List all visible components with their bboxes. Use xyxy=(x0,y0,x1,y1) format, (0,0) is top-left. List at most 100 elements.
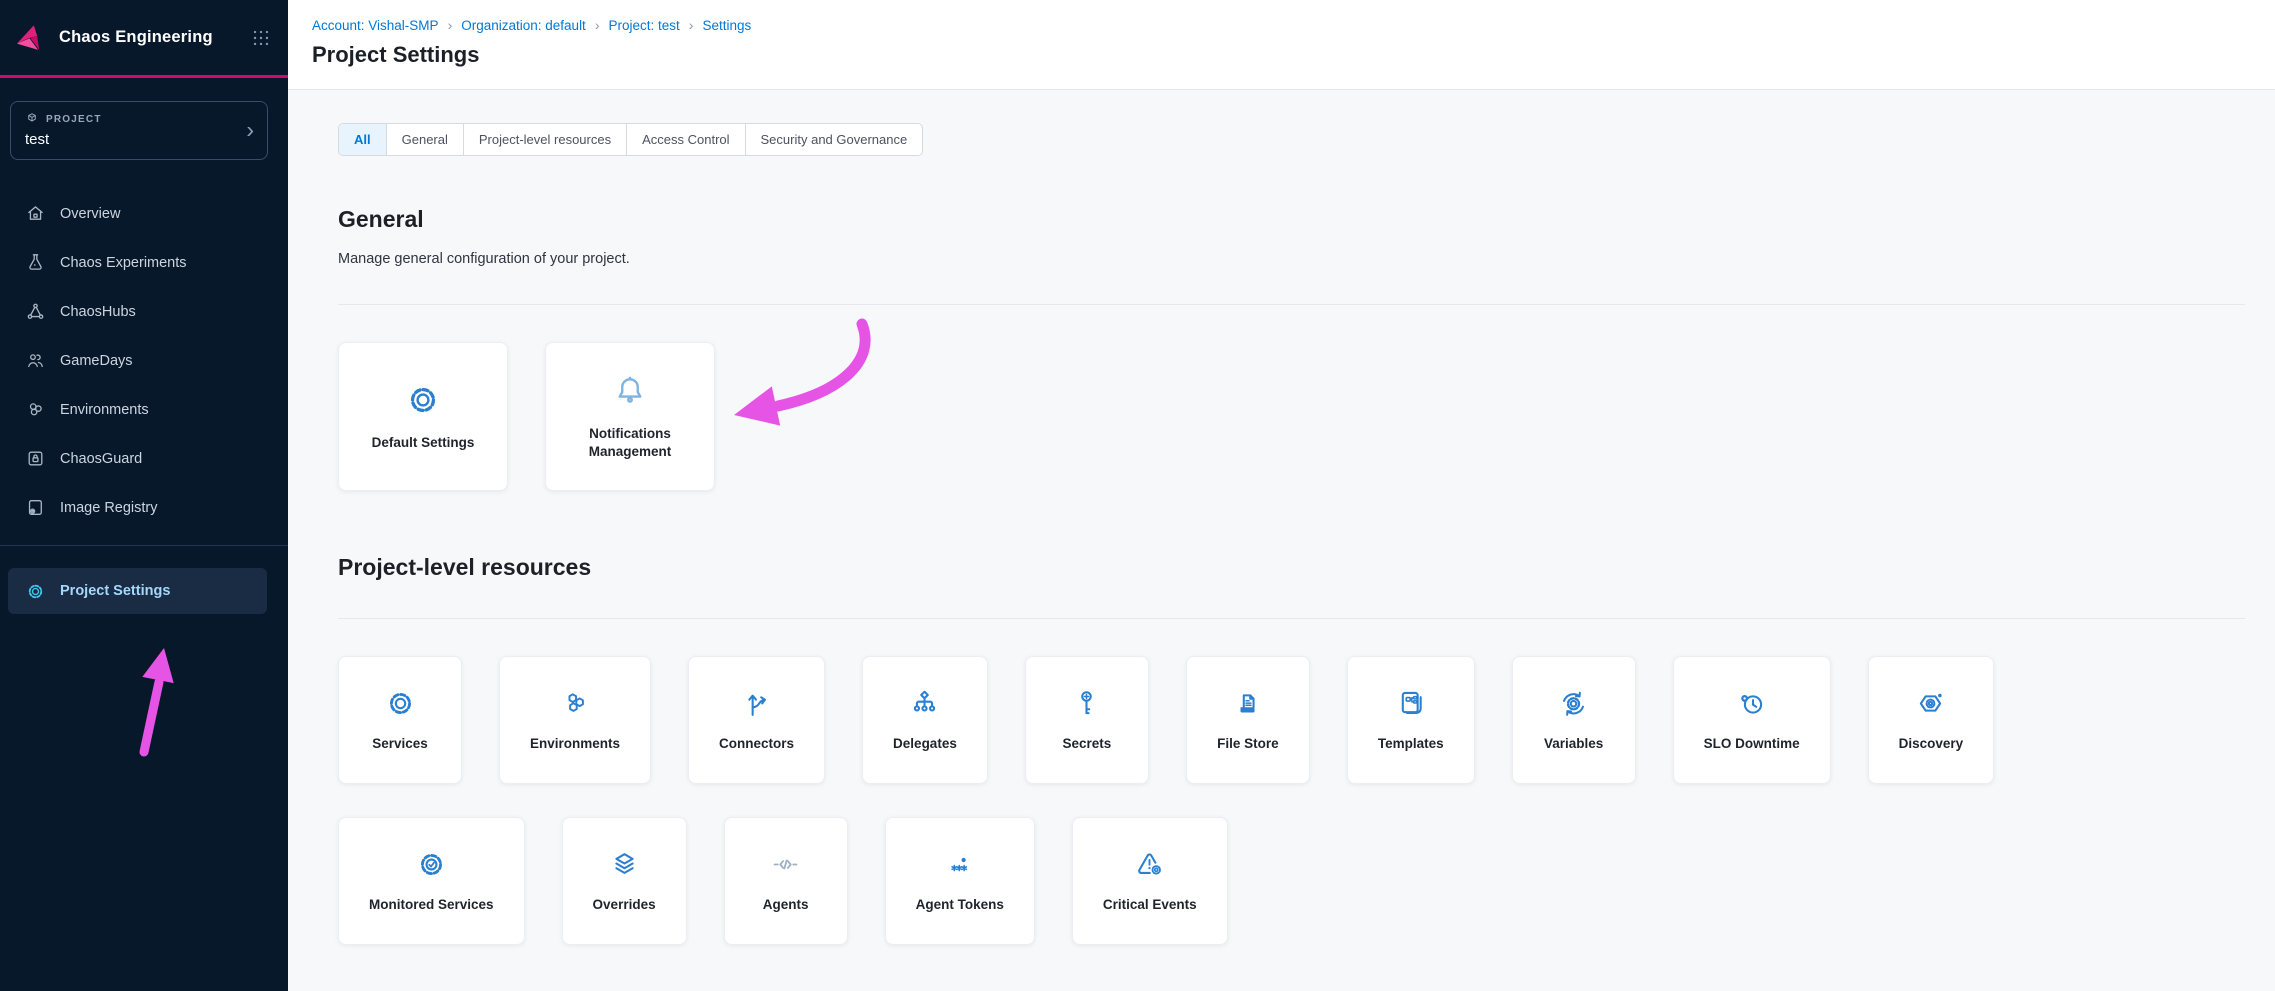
module-grid-icon[interactable] xyxy=(250,27,272,49)
gear-check-icon xyxy=(415,848,448,881)
hub-icon xyxy=(25,301,46,322)
breadcrumb-item-project-test[interactable]: Project: test xyxy=(609,18,680,33)
chaos-engineering-logo-icon xyxy=(13,20,49,56)
tab-access-control[interactable]: Access Control xyxy=(627,124,745,155)
page-title: Project Settings xyxy=(312,42,2275,68)
card-discovery[interactable]: Discovery xyxy=(1868,656,1995,784)
branch-icon xyxy=(740,687,773,720)
section-general: GeneralManage general configuration of y… xyxy=(338,206,2275,491)
file-tray-icon xyxy=(1231,687,1264,720)
token-dots-icon xyxy=(943,848,976,881)
section-divider xyxy=(338,304,2245,305)
card-connectors[interactable]: Connectors xyxy=(688,656,825,784)
sidebar-item-label: ChaosGuard xyxy=(60,451,142,467)
breadcrumb-item-settings[interactable]: Settings xyxy=(702,18,751,33)
card-label: Secrets xyxy=(1062,735,1111,753)
card-label: Overrides xyxy=(593,896,656,914)
card-file-store[interactable]: File Store xyxy=(1186,656,1310,784)
project-selector-label: PROJECT xyxy=(46,114,102,125)
sidebar-item-label: Image Registry xyxy=(60,500,158,516)
card-label: Templates xyxy=(1378,735,1444,753)
cube-icon xyxy=(25,112,39,126)
card-label: Agents xyxy=(763,896,809,914)
clock-badge-icon xyxy=(1735,687,1768,720)
card-label: Agent Tokens xyxy=(916,896,1004,914)
card-critical-events[interactable]: Critical Events xyxy=(1072,817,1228,945)
hierarchy-icon xyxy=(908,687,941,720)
section-project-level-resources: Project-level resources Services Environme… xyxy=(338,554,2275,945)
warning-gear-icon xyxy=(1133,848,1166,881)
card-label: Critical Events xyxy=(1103,896,1197,914)
card-label: SLO Downtime xyxy=(1704,735,1800,753)
sidebar-item-gamedays[interactable]: GameDays xyxy=(0,336,288,385)
tab-security-and-governance[interactable]: Security and Governance xyxy=(746,124,923,155)
sidebar-item-project-settings[interactable]: Project Settings xyxy=(8,568,267,614)
section-heading: Project-level resources xyxy=(338,554,2275,581)
sidebar-item-label: Project Settings xyxy=(60,583,170,599)
sidebar-settings-wrap: Project Settings xyxy=(0,568,288,614)
sidebar-nav: Overview Chaos Experiments ChaosHubs GameDa… xyxy=(0,189,288,532)
card-variables[interactable]: Variables xyxy=(1512,656,1636,784)
card-monitored-services[interactable]: Monitored Services xyxy=(338,817,525,945)
card-slo-downtime[interactable]: SLO Downtime xyxy=(1673,656,1831,784)
layers-icon xyxy=(608,848,641,881)
breadcrumb-item-account-vishal-smp[interactable]: Account: Vishal-SMP xyxy=(312,18,439,33)
card-label: Services xyxy=(372,735,428,753)
card-default-settings[interactable]: Default Settings xyxy=(338,342,508,491)
cards-row: Default Settings Notifications Management xyxy=(338,342,2275,491)
main-area: Account: Vishal-SMP › Organization: defaul… xyxy=(288,0,2275,991)
sidebar-item-chaoshubs[interactable]: ChaosHubs xyxy=(0,287,288,336)
circles-icon xyxy=(25,399,46,420)
card-secrets[interactable]: Secrets xyxy=(1025,656,1149,784)
sidebar-item-label: Chaos Experiments xyxy=(60,255,187,271)
card-overrides[interactable]: Overrides xyxy=(562,817,687,945)
sidebar: Chaos Engineering PROJECT test › Overvie… xyxy=(0,0,288,991)
sidebar-item-chaosguard[interactable]: ChaosGuard xyxy=(0,434,288,483)
sidebar-header: Chaos Engineering xyxy=(0,0,288,78)
sidebar-item-environments[interactable]: Environments xyxy=(0,385,288,434)
bell-icon xyxy=(611,372,649,410)
gear-icon xyxy=(384,687,417,720)
app-title: Chaos Engineering xyxy=(59,28,250,47)
chevron-right-icon: › xyxy=(246,118,254,141)
templates-icon xyxy=(1394,687,1427,720)
breadcrumb-separator: › xyxy=(595,17,600,33)
section-subtitle: Manage general configuration of your pro… xyxy=(338,251,2275,267)
project-name: test xyxy=(25,131,253,148)
tab-project-level-resources[interactable]: Project-level resources xyxy=(464,124,627,155)
project-selector[interactable]: PROJECT test › xyxy=(10,101,268,160)
card-label: Variables xyxy=(1544,735,1603,753)
card-notifications-management[interactable]: Notifications Management xyxy=(545,342,715,491)
section-divider xyxy=(338,618,2245,619)
lock-icon xyxy=(25,448,46,469)
gear-refresh-icon xyxy=(1557,687,1590,720)
breadcrumb-item-organization-default[interactable]: Organization: default xyxy=(461,18,586,33)
breadcrumb-separator: › xyxy=(689,17,694,33)
card-label: Discovery xyxy=(1899,735,1964,753)
sidebar-item-label: GameDays xyxy=(60,353,133,369)
annotation-arrow-curved xyxy=(726,318,886,433)
tab-all[interactable]: All xyxy=(339,124,387,155)
sidebar-item-chaos-experiments[interactable]: Chaos Experiments xyxy=(0,238,288,287)
breadcrumb: Account: Vishal-SMP › Organization: defaul… xyxy=(312,17,2275,33)
key-icon xyxy=(1070,687,1103,720)
image-registry-icon xyxy=(25,497,46,518)
app-root: Chaos Engineering PROJECT test › Overvie… xyxy=(0,0,2275,991)
sidebar-item-image-registry[interactable]: Image Registry xyxy=(0,483,288,532)
card-templates[interactable]: Templates xyxy=(1347,656,1475,784)
card-label: Monitored Services xyxy=(369,896,494,914)
sidebar-item-overview[interactable]: Overview xyxy=(0,189,288,238)
card-environments[interactable]: Environments xyxy=(499,656,651,784)
card-label: Notifications Management xyxy=(564,425,696,461)
card-label: Default Settings xyxy=(372,434,475,452)
card-delegates[interactable]: Delegates xyxy=(862,656,988,784)
code-pins-icon xyxy=(769,848,802,881)
card-services[interactable]: Services xyxy=(338,656,462,784)
card-agent-tokens[interactable]: Agent Tokens xyxy=(885,817,1035,945)
card-agents[interactable]: Agents xyxy=(724,817,848,945)
hexagons-icon xyxy=(559,687,592,720)
tab-general[interactable]: General xyxy=(387,124,464,155)
sidebar-item-label: Overview xyxy=(60,206,120,222)
page-header: Account: Vishal-SMP › Organization: defaul… xyxy=(288,0,2275,90)
sidebar-item-label: Environments xyxy=(60,402,149,418)
